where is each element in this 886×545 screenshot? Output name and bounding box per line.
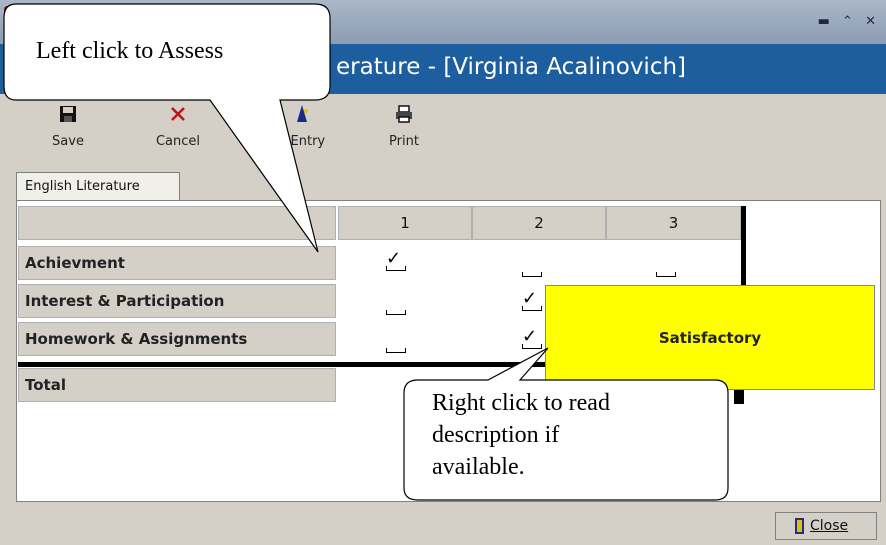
callout-line: description if [432, 422, 560, 448]
left-click-callout-text: Left click to Assess [36, 38, 224, 64]
callout-line: Right click to read [432, 390, 610, 416]
callout-line: available. [432, 454, 525, 480]
right-click-callout-text: Right click to read description if avail… [432, 387, 610, 483]
